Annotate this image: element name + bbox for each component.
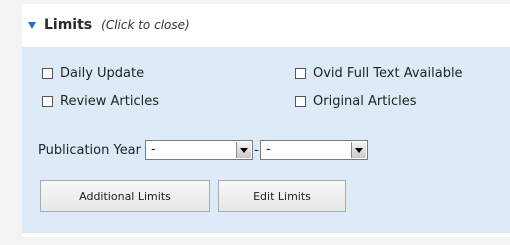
daily-update-label: Daily Update (60, 65, 145, 81)
ovid-full-text-label: Ovid Full Text Available (313, 65, 463, 81)
year-range-separator: - (254, 142, 259, 158)
from-year-value: - (151, 142, 156, 157)
publication-year-to-select[interactable]: - (260, 140, 368, 160)
daily-update-checkbox[interactable]: Daily Update (42, 65, 144, 81)
checkbox-square-icon[interactable] (295, 67, 306, 79)
collapse-triangle-icon (28, 22, 36, 29)
limits-toggle-header[interactable]: Limits (Click to close) (28, 17, 190, 33)
additional-limits-button[interactable]: Additional Limits (40, 180, 210, 212)
publication-year-row: Publication Year - - - (38, 140, 368, 160)
ovid-full-text-checkbox[interactable]: Ovid Full Text Available (295, 65, 463, 81)
original-articles-label: Original Articles (313, 93, 417, 109)
checkbox-square-icon[interactable] (295, 95, 306, 107)
checkbox-square-icon[interactable] (42, 95, 53, 107)
dropdown-arrow-icon[interactable] (351, 142, 366, 158)
dropdown-arrow-icon[interactable] (236, 142, 251, 158)
original-articles-checkbox[interactable]: Original Articles (295, 93, 416, 109)
publication-year-from-select[interactable]: - (145, 140, 253, 160)
edit-limits-button[interactable]: Edit Limits (218, 180, 346, 212)
limits-title: Limits (44, 17, 93, 33)
to-year-value: - (266, 142, 271, 157)
publication-year-label: Publication Year (38, 142, 141, 158)
checkbox-square-icon[interactable] (42, 67, 53, 79)
review-articles-label: Review Articles (60, 93, 159, 109)
click-to-close-hint: (Click to close) (101, 18, 190, 32)
review-articles-checkbox[interactable]: Review Articles (42, 93, 159, 109)
